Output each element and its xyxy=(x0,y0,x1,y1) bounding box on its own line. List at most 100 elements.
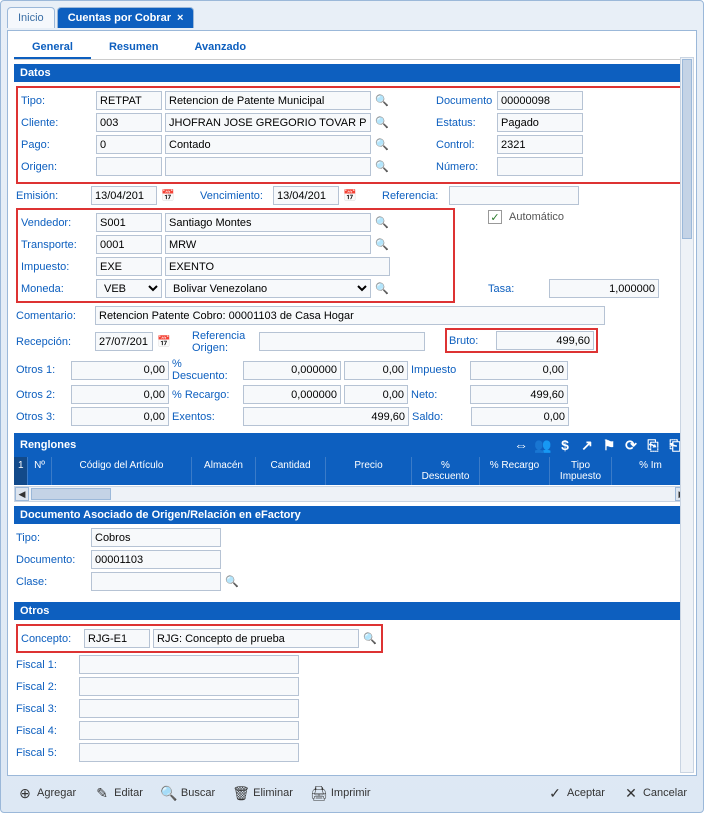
users-icon[interactable]: 👥 xyxy=(534,436,552,454)
share-icon[interactable]: ↗ xyxy=(578,436,596,454)
otros2-input[interactable] xyxy=(71,385,169,404)
concepto-desc-input[interactable] xyxy=(153,629,359,648)
buscar-button[interactable]: 🔍Buscar xyxy=(155,782,221,804)
search-icon[interactable]: 🔍 xyxy=(374,237,390,253)
search-icon[interactable]: 🔍 xyxy=(374,159,390,175)
pago-desc-input[interactable] xyxy=(165,135,371,154)
control-input[interactable] xyxy=(497,135,583,154)
exentos-input[interactable] xyxy=(243,407,409,426)
scroll-thumb[interactable] xyxy=(31,488,111,500)
origen-desc-input[interactable] xyxy=(165,157,371,176)
fiscal3-input[interactable] xyxy=(79,699,299,718)
moneda-code-select[interactable]: VEB xyxy=(96,279,162,298)
search-icon[interactable]: 🔍 xyxy=(374,115,390,131)
otros3-input[interactable] xyxy=(71,407,169,426)
cliente-code-input[interactable] xyxy=(96,113,162,132)
recepcion-input[interactable] xyxy=(95,332,153,351)
vendedor-desc-input[interactable] xyxy=(165,213,371,232)
search-icon[interactable]: 🔍 xyxy=(374,281,390,297)
col-pimp[interactable]: % Im xyxy=(612,457,690,485)
tipo-label: Tipo: xyxy=(21,95,93,107)
estatus-input[interactable] xyxy=(497,113,583,132)
calendar-icon[interactable]: 📅 xyxy=(160,188,176,204)
impuesto-code-input[interactable] xyxy=(96,257,162,276)
dollar-icon[interactable]: $ xyxy=(556,436,574,454)
cancelar-button[interactable]: ✕Cancelar xyxy=(617,782,693,804)
aso-doc-input[interactable] xyxy=(91,550,221,569)
subtab-general[interactable]: General xyxy=(14,37,91,59)
moneda-desc-select[interactable]: Bolivar Venezolano xyxy=(165,279,371,298)
saldo-input[interactable] xyxy=(471,407,569,426)
col-timp[interactable]: Tipo Impuesto xyxy=(550,457,612,485)
pctdesc-input[interactable] xyxy=(243,361,341,380)
bruto-input[interactable] xyxy=(496,331,594,350)
export-icon[interactable]: ⎘ xyxy=(644,436,662,454)
expand-icon[interactable]: ⇔ xyxy=(512,436,530,454)
refresh-icon[interactable]: ⟳ xyxy=(622,436,640,454)
col-cod[interactable]: Código del Artículo xyxy=(52,457,192,485)
comentario-input[interactable] xyxy=(95,306,605,325)
vendedor-code-input[interactable] xyxy=(96,213,162,232)
pctrec-input[interactable] xyxy=(243,385,341,404)
search-icon[interactable]: 🔍 xyxy=(374,137,390,153)
referencia-input[interactable] xyxy=(449,186,579,205)
aso-clase-input[interactable] xyxy=(91,572,221,591)
tipo-desc-input[interactable] xyxy=(165,91,371,110)
imprimir-button[interactable]: 🖨Imprimir xyxy=(305,782,377,804)
clase-label: Clase: xyxy=(16,576,88,588)
tab-inicio[interactable]: Inicio xyxy=(7,7,55,28)
agregar-button[interactable]: ⊕Agregar xyxy=(11,782,82,804)
col-selector[interactable]: 1 xyxy=(14,457,28,485)
tab-cxc[interactable]: Cuentas por Cobrar× xyxy=(57,7,195,28)
tipo-code-input[interactable] xyxy=(96,91,162,110)
cliente-desc-input[interactable] xyxy=(165,113,371,132)
refori-input[interactable] xyxy=(259,332,425,351)
otros1-input[interactable] xyxy=(71,361,169,380)
col-prec[interactable]: % Recargo xyxy=(480,457,550,485)
automatico-checkbox[interactable]: ✓ xyxy=(488,210,502,224)
eliminar-button[interactable]: 🗑Eliminar xyxy=(227,782,299,804)
vscrollbar[interactable] xyxy=(680,57,694,773)
scroll-left-icon[interactable]: ◀ xyxy=(15,487,29,501)
tasa-input[interactable] xyxy=(549,279,659,298)
fiscal4-input[interactable] xyxy=(79,721,299,740)
aceptar-button[interactable]: ✓Aceptar xyxy=(541,782,611,804)
hscrollbar[interactable]: ◀▶ xyxy=(14,486,690,502)
highlight-box-bruto: Bruto: xyxy=(445,328,598,353)
emision-input[interactable] xyxy=(91,186,157,205)
subtab-avanzado[interactable]: Avanzado xyxy=(177,37,265,59)
pctrec-val-input[interactable] xyxy=(344,385,408,404)
search-icon[interactable]: 🔍 xyxy=(224,574,240,590)
col-precio[interactable]: Precio xyxy=(326,457,412,485)
search-icon[interactable]: 🔍 xyxy=(362,631,378,647)
neto-input[interactable] xyxy=(470,385,568,404)
editar-button[interactable]: ✎Editar xyxy=(88,782,149,804)
pago-code-input[interactable] xyxy=(96,135,162,154)
col-alm[interactable]: Almacén xyxy=(192,457,256,485)
aso-tipo-input[interactable] xyxy=(91,528,221,547)
search-icon[interactable]: 🔍 xyxy=(374,93,390,109)
origen-code-input[interactable] xyxy=(96,157,162,176)
calendar-icon[interactable]: 📅 xyxy=(342,188,358,204)
concepto-code-input[interactable] xyxy=(84,629,150,648)
col-pdesc[interactable]: % Descuento xyxy=(412,457,480,485)
col-cant[interactable]: Cantidad xyxy=(256,457,326,485)
vencimiento-input[interactable] xyxy=(273,186,339,205)
transporte-desc-input[interactable] xyxy=(165,235,371,254)
vscroll-thumb[interactable] xyxy=(682,59,692,239)
documento-input[interactable] xyxy=(497,91,583,110)
calendar-icon[interactable]: 📅 xyxy=(156,334,172,350)
transporte-code-input[interactable] xyxy=(96,235,162,254)
subtab-resumen[interactable]: Resumen xyxy=(91,37,177,59)
close-icon[interactable]: × xyxy=(177,12,183,24)
col-n[interactable]: Nº xyxy=(28,457,52,485)
fiscal2-input[interactable] xyxy=(79,677,299,696)
impuesto2-input[interactable] xyxy=(470,361,568,380)
search-icon[interactable]: 🔍 xyxy=(374,215,390,231)
pctdesc-val-input[interactable] xyxy=(344,361,408,380)
flag-icon[interactable]: ⚑ xyxy=(600,436,618,454)
fiscal5-input[interactable] xyxy=(79,743,299,762)
impuesto-desc-input[interactable] xyxy=(165,257,390,276)
fiscal1-input[interactable] xyxy=(79,655,299,674)
numero-input[interactable] xyxy=(497,157,583,176)
